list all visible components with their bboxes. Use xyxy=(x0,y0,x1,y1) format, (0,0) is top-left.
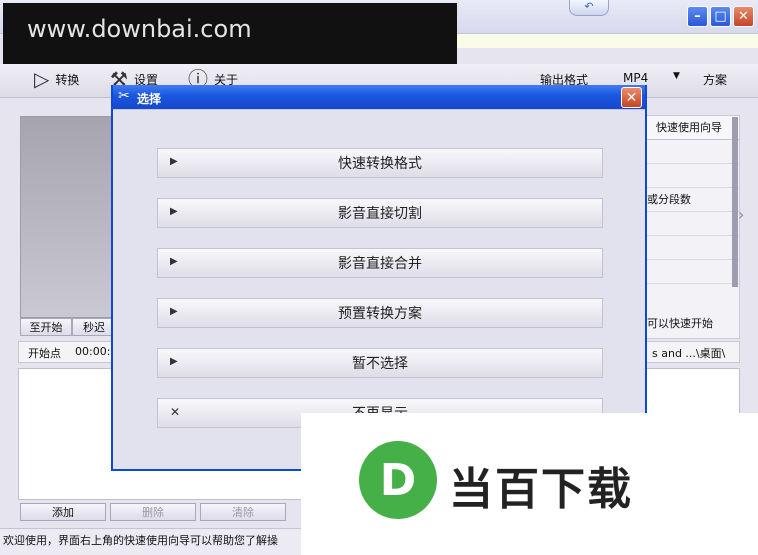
dialog-close-icon[interactable]: ✕ xyxy=(621,87,642,108)
side-row xyxy=(641,140,739,164)
play-icon: ▶ xyxy=(170,356,178,367)
option-label: 暂不选择 xyxy=(352,356,408,372)
dialog-title-bar: ✂ 选择 ✕ xyxy=(113,85,645,109)
option-skip[interactable]: ▶ 暂不选择 xyxy=(157,348,603,378)
side-row xyxy=(641,164,739,188)
option-label: 影音直接合并 xyxy=(338,256,422,272)
logo-icon: D xyxy=(359,441,437,519)
window-controls: – □ ✕ xyxy=(687,6,754,27)
dropdown-arrow-icon[interactable]: ▼ xyxy=(673,71,680,81)
quick-wizard-button[interactable]: 快速使用向导 xyxy=(641,116,739,140)
play-icon: ▶ xyxy=(170,156,178,167)
option-direct-merge[interactable]: ▶ 影音直接合并 xyxy=(157,248,603,278)
side-row xyxy=(641,212,739,236)
start-point-label: 开始点 xyxy=(28,347,61,360)
maximize-icon[interactable]: □ xyxy=(710,6,731,27)
watermark-banner: www.downbai.com xyxy=(3,3,457,64)
logo-overlay: D 当百下载 xyxy=(301,413,758,555)
dialog-title: 选择 xyxy=(137,92,162,106)
option-quick-convert[interactable]: ▶ 快速转换格式 xyxy=(157,148,603,178)
chevron-right-icon[interactable]: › xyxy=(738,205,744,224)
option-label: 快速转换格式 xyxy=(338,156,422,172)
delete-button[interactable]: 删除 xyxy=(110,503,196,521)
minimize-icon[interactable]: – xyxy=(687,6,708,27)
scheme-button[interactable]: 方案 xyxy=(703,71,727,88)
video-preview xyxy=(20,116,116,318)
option-label: 影音直接切割 xyxy=(338,206,422,222)
close-icon: ✕ xyxy=(170,405,181,419)
notice-strip xyxy=(456,34,758,48)
close-icon[interactable]: ✕ xyxy=(733,6,754,27)
option-preset-scheme[interactable]: ▶ 预置转换方案 xyxy=(157,298,603,328)
go-start-button[interactable]: 至开始 xyxy=(20,318,72,336)
play-icon: ▷ xyxy=(34,67,50,91)
collapse-tab-icon[interactable]: ↶ xyxy=(569,0,609,16)
option-direct-cut[interactable]: ▶ 影音直接切割 xyxy=(157,198,603,228)
logo-text: 当百下载 xyxy=(449,464,633,515)
side-scrollbar[interactable] xyxy=(732,117,738,287)
seconds-button[interactable]: 秒迟 xyxy=(72,318,116,336)
convert-button[interactable]: ▷ 转换 xyxy=(34,64,79,94)
output-format-select[interactable]: MP4 xyxy=(623,71,648,85)
play-icon: ▶ xyxy=(170,306,178,317)
convert-label: 转换 xyxy=(55,72,80,87)
segment-count-label: 或分段数 xyxy=(641,188,739,212)
quick-start-label: 可以快速开始 xyxy=(647,317,713,330)
side-row xyxy=(641,236,739,260)
clear-button[interactable]: 清除 xyxy=(200,503,286,521)
scissors-icon: ✂ xyxy=(118,88,130,104)
side-panel: 快速使用向导 或分段数 可以快速开始 xyxy=(640,115,740,339)
play-icon: ▶ xyxy=(170,256,178,267)
side-row xyxy=(641,260,739,284)
option-label: 预置转换方案 xyxy=(338,306,422,322)
add-button[interactable]: 添加 xyxy=(20,503,106,521)
play-icon: ▶ xyxy=(170,206,178,217)
